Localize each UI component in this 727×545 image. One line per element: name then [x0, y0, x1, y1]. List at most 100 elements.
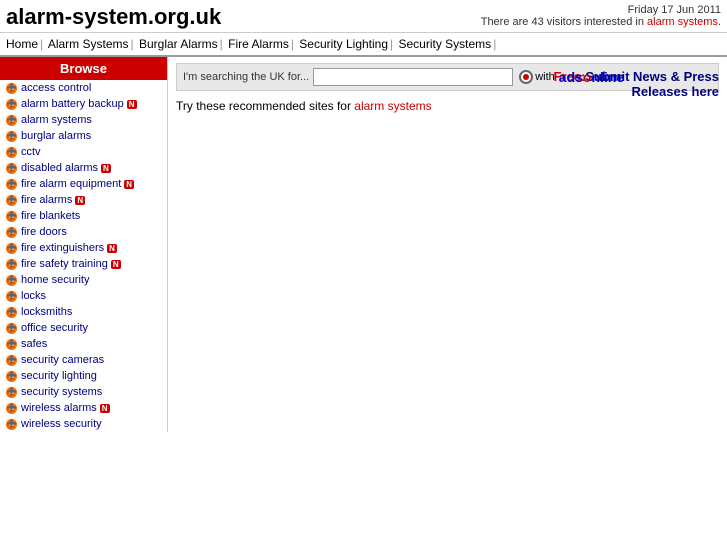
- orange-arrow-icon: [6, 371, 17, 382]
- orange-arrow-icon: [6, 339, 17, 350]
- sidebar-link[interactable]: office security: [21, 322, 88, 334]
- orange-arrow-icon: [6, 227, 17, 238]
- sidebar-item: fire safety trainingN: [0, 256, 167, 272]
- sidebar-link[interactable]: alarm systems: [21, 114, 92, 126]
- sidebar-link[interactable]: fire blankets: [21, 210, 80, 222]
- sidebar-item: disabled alarmsN: [0, 160, 167, 176]
- nav-alarm-systems[interactable]: Alarm Systems: [48, 37, 129, 51]
- visitors-text: There are 43 visitors interested in: [481, 16, 647, 28]
- orange-arrow-icon: [6, 387, 17, 398]
- sidebar-item: access control: [0, 80, 167, 96]
- ads-logo: adsonline: [559, 69, 624, 85]
- sidebar-item: security lighting: [0, 368, 167, 384]
- sidebar-link[interactable]: security lighting: [21, 370, 97, 382]
- ads-text: ads: [559, 69, 583, 85]
- top-right-info: Friday 17 Jun 2011 There are 43 visitors…: [481, 4, 721, 28]
- sidebar-link[interactable]: fire doors: [21, 226, 67, 238]
- orange-arrow-icon: [6, 275, 17, 286]
- sidebar-link[interactable]: access control: [21, 82, 91, 94]
- orange-arrow-icon: [6, 115, 17, 126]
- sidebar-item: wireless alarmsN: [0, 400, 167, 416]
- sidebar-link[interactable]: fire extinguishers: [21, 242, 104, 254]
- search-radio-button[interactable]: [519, 70, 533, 84]
- sidebar-item: fire alarmsN: [0, 192, 167, 208]
- sidebar-item: office security: [0, 320, 167, 336]
- sidebar-item: burglar alarms: [0, 128, 167, 144]
- sidebar-link[interactable]: cctv: [21, 146, 41, 158]
- search-input[interactable]: [313, 68, 513, 86]
- visitors-link[interactable]: alarm systems: [647, 16, 718, 28]
- press-line2: Releases here: [554, 84, 719, 99]
- nav-fire-alarms[interactable]: Fire Alarms: [228, 37, 289, 51]
- sidebar-item: security systems: [0, 384, 167, 400]
- orange-arrow-icon: [6, 131, 17, 142]
- sidebar-item: locks: [0, 288, 167, 304]
- new-badge: N: [107, 244, 117, 253]
- visitors-suffix: .: [718, 16, 721, 28]
- search-label: I'm searching the UK for...: [183, 71, 309, 83]
- new-badge: N: [124, 180, 134, 189]
- sidebar: Browse access control alarm battery backu…: [0, 57, 168, 432]
- new-badge: N: [127, 100, 137, 109]
- orange-arrow-icon: [6, 355, 17, 366]
- sidebar-item: fire doors: [0, 224, 167, 240]
- sidebar-item: cctv: [0, 144, 167, 160]
- orange-arrow-icon: [6, 195, 17, 206]
- sidebar-item: security cameras: [0, 352, 167, 368]
- new-badge: N: [100, 404, 110, 413]
- orange-arrow-icon: [6, 147, 17, 158]
- ads-nline: nline: [591, 69, 624, 85]
- sidebar-link[interactable]: locksmiths: [21, 306, 72, 318]
- nav-home[interactable]: Home: [6, 37, 38, 51]
- orange-arrow-icon: [6, 163, 17, 174]
- recommended-link[interactable]: alarm systems: [354, 99, 431, 113]
- sidebar-item: locksmiths: [0, 304, 167, 320]
- sidebar-item: alarm battery backupN: [0, 96, 167, 112]
- recommended-prefix: Try these recommended sites for: [176, 99, 354, 113]
- orange-arrow-icon: [6, 307, 17, 318]
- new-badge: N: [101, 164, 111, 173]
- sidebar-link[interactable]: locks: [21, 290, 46, 302]
- recommended-text: Try these recommended sites for alarm sy…: [176, 99, 719, 113]
- sidebar-link[interactable]: fire safety training: [21, 258, 108, 270]
- orange-arrow-icon: [6, 243, 17, 254]
- nav-security-systems[interactable]: Security Systems: [398, 37, 491, 51]
- sidebar-link[interactable]: home security: [21, 274, 89, 286]
- nav-burglar-alarms[interactable]: Burglar Alarms: [139, 37, 218, 51]
- sidebar-title: Browse: [0, 57, 167, 80]
- sidebar-item: alarm systems: [0, 112, 167, 128]
- nav-bar: Home| Alarm Systems| Burglar Alarms| Fir…: [0, 33, 727, 57]
- search-with-label: with: [535, 71, 555, 83]
- sidebar-link[interactable]: disabled alarms: [21, 162, 98, 174]
- sidebar-link[interactable]: security systems: [21, 386, 102, 398]
- sidebar-link[interactable]: wireless security: [21, 418, 102, 430]
- orange-arrow-icon: [6, 403, 17, 414]
- sidebar-link[interactable]: fire alarm equipment: [21, 178, 121, 190]
- sidebar-link[interactable]: wireless alarms: [21, 402, 97, 414]
- sidebar-link[interactable]: safes: [21, 338, 47, 350]
- new-badge: N: [111, 260, 121, 269]
- orange-arrow-icon: [6, 99, 17, 110]
- sidebar-item: wireless security: [0, 416, 167, 432]
- sidebar-items: access controlalarm battery backupNalarm…: [0, 80, 167, 432]
- sidebar-item: fire alarm equipmentN: [0, 176, 167, 192]
- sidebar-link[interactable]: alarm battery backup: [21, 98, 124, 110]
- sidebar-link[interactable]: security cameras: [21, 354, 104, 366]
- orange-arrow-icon: [6, 259, 17, 270]
- visitors-info: There are 43 visitors interested in alar…: [481, 16, 721, 28]
- orange-arrow-icon: [6, 419, 17, 430]
- sidebar-link[interactable]: fire alarms: [21, 194, 72, 206]
- content-area: I'm searching the UK for... with adsonli…: [168, 57, 727, 432]
- orange-arrow-icon: [6, 291, 17, 302]
- sidebar-link[interactable]: burglar alarms: [21, 130, 91, 142]
- nav-security-lighting[interactable]: Security Lighting: [299, 37, 388, 51]
- orange-arrow-icon: [6, 211, 17, 222]
- new-badge: N: [75, 196, 85, 205]
- orange-arrow-icon: [6, 83, 17, 94]
- sidebar-item: home security: [0, 272, 167, 288]
- top-bar: alarm-system.org.uk Friday 17 Jun 2011 T…: [0, 0, 727, 33]
- search-radio-area: with adsonline: [519, 69, 624, 85]
- sidebar-item: fire extinguishersN: [0, 240, 167, 256]
- sidebar-item: safes: [0, 336, 167, 352]
- date-label: Friday 17 Jun 2011: [481, 4, 721, 16]
